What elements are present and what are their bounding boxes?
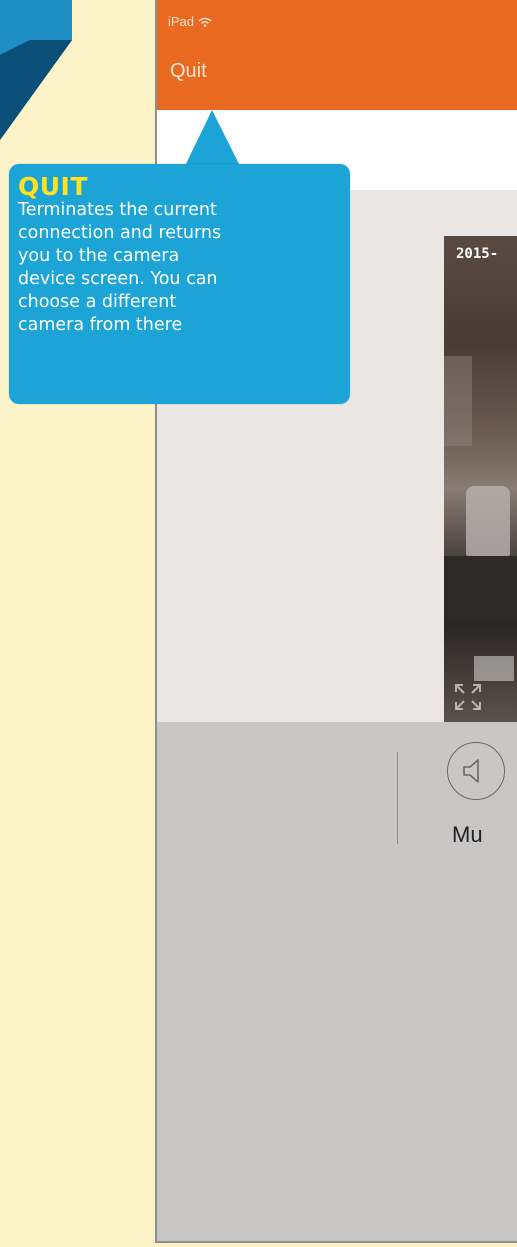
callout-line: you to the camera bbox=[18, 246, 180, 266]
callout-line: device screen. You can bbox=[18, 269, 218, 289]
status-bar: iPad bbox=[168, 14, 212, 29]
callout-description: Terminates the current connection and re… bbox=[18, 199, 343, 337]
decorative-triangles bbox=[0, 0, 72, 140]
quit-button[interactable]: Quit bbox=[170, 60, 207, 83]
navigation-bar: iPad Quit bbox=[157, 0, 517, 110]
camera-scene-detail bbox=[466, 486, 510, 556]
callout-title: QUIT bbox=[18, 172, 88, 201]
callout-line: connection and returns bbox=[18, 223, 222, 243]
callout-line: choose a different bbox=[18, 292, 177, 312]
mute-button[interactable]: Mu bbox=[447, 742, 517, 852]
camera-scene-detail bbox=[474, 656, 514, 681]
speaker-icon bbox=[463, 759, 479, 783]
mute-label: Mu bbox=[452, 822, 483, 847]
callout-pointer bbox=[185, 110, 240, 166]
callout-line: Terminates the current bbox=[18, 200, 217, 220]
callout-line: camera from there bbox=[18, 315, 183, 335]
fullscreen-icon[interactable] bbox=[454, 683, 482, 711]
camera-scene-detail bbox=[444, 556, 517, 616]
camera-feed[interactable]: 2015- bbox=[444, 236, 517, 722]
device-label: iPad bbox=[168, 14, 195, 29]
toolbar-divider bbox=[397, 752, 398, 844]
wifi-icon bbox=[198, 17, 212, 27]
camera-timestamp: 2015- bbox=[456, 246, 499, 262]
bottom-toolbar: Mu bbox=[157, 722, 517, 1241]
camera-scene-detail bbox=[444, 356, 472, 446]
